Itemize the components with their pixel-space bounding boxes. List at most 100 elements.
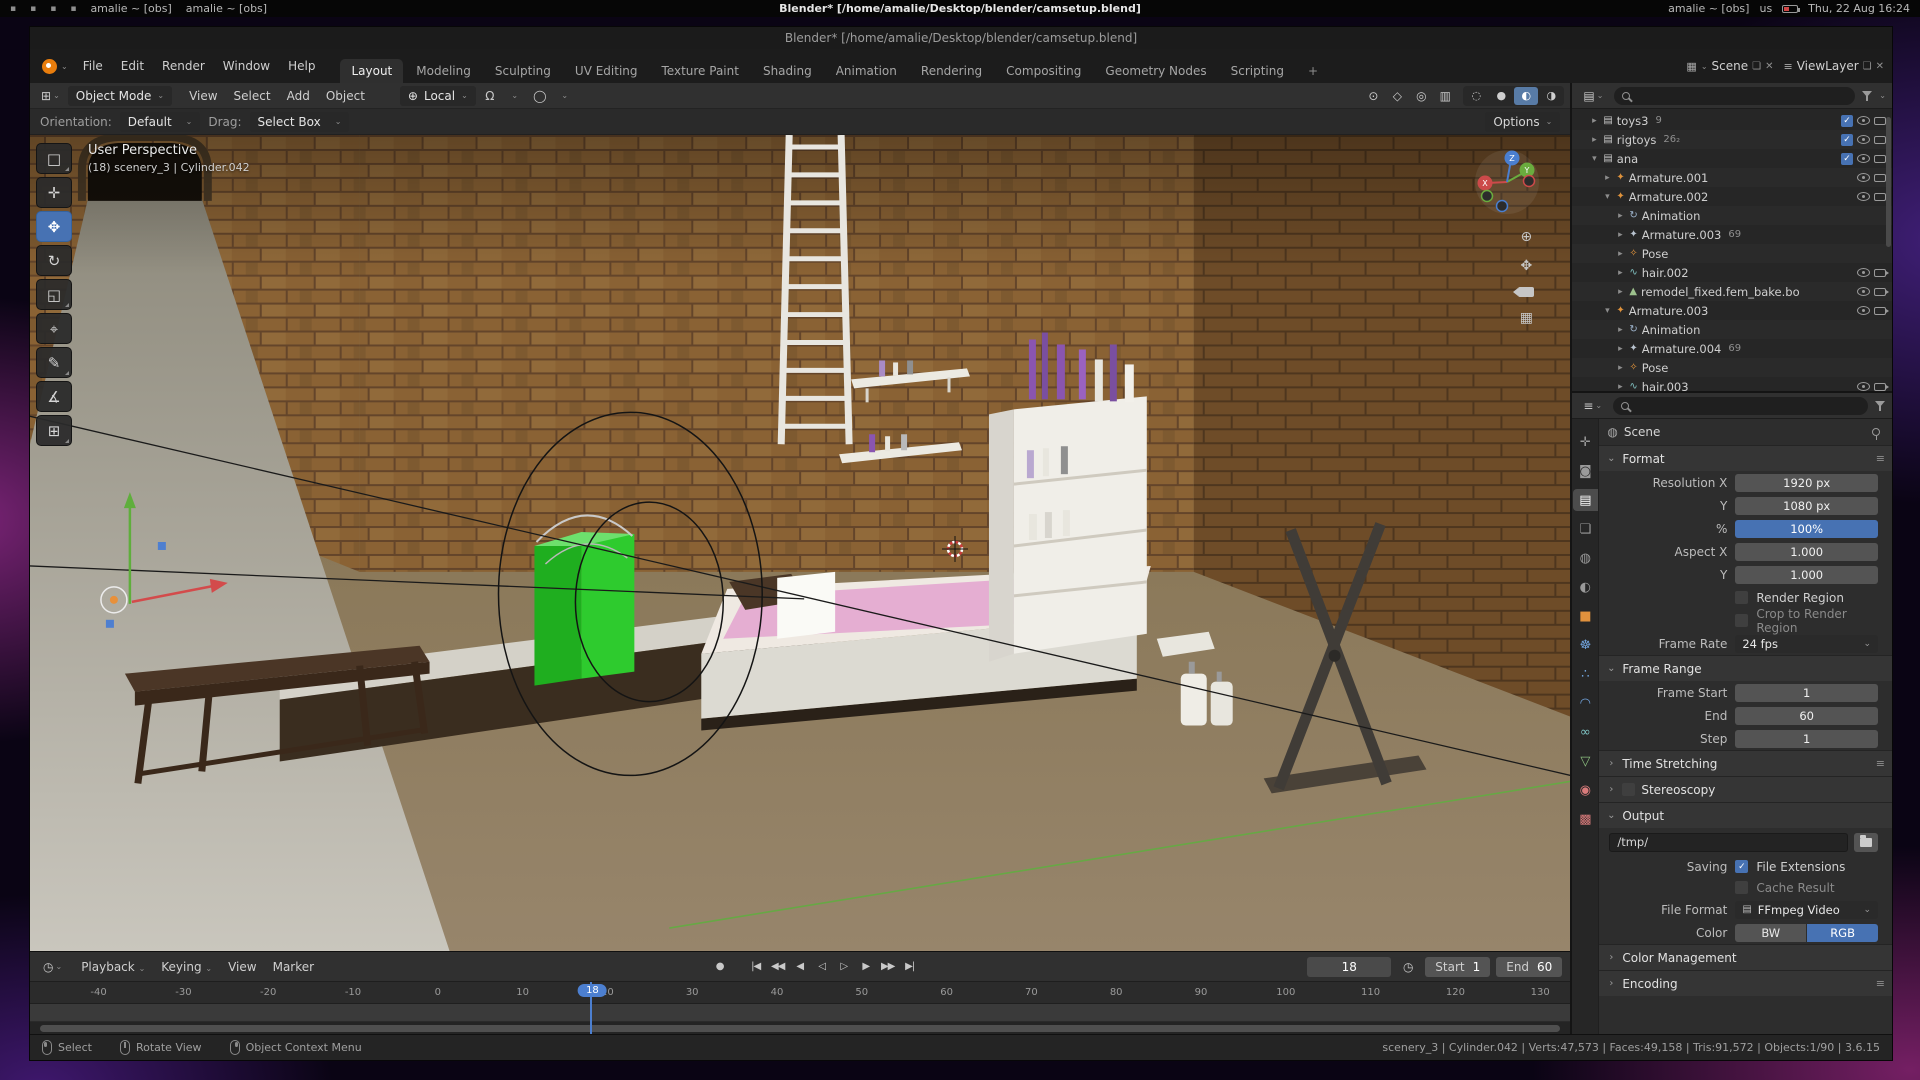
frame-end-field[interactable]: End60 xyxy=(1496,957,1562,977)
frame-rate-dropdown[interactable]: 24 fps⌄ xyxy=(1735,635,1878,653)
scene-canvas[interactable] xyxy=(30,135,1570,951)
workspace-tab-sculpting[interactable]: Sculpting xyxy=(484,59,562,83)
workspace-tab-geometry-nodes[interactable]: Geometry Nodes xyxy=(1094,59,1217,83)
workspace-tab-modeling[interactable]: Modeling xyxy=(405,59,482,83)
outliner-row[interactable]: ▾✦Armature.002 xyxy=(1572,187,1892,206)
disclosure-right-icon[interactable]: ▸ xyxy=(1615,344,1625,354)
workspace-tab-layout[interactable]: Layout xyxy=(340,59,403,83)
panel-menu-icon[interactable]: ≡ xyxy=(1876,757,1885,770)
outliner-row[interactable]: ▸▲remodel_fixed.fem_bake.bo xyxy=(1572,282,1892,301)
render-visibility-camera-icon[interactable] xyxy=(1874,117,1886,125)
outliner-row[interactable]: ▸✦Armature.001 xyxy=(1572,168,1892,187)
panel-encoding-header[interactable]: › Encoding ≡ xyxy=(1599,971,1892,996)
close-icon[interactable]: ✕ xyxy=(1765,61,1773,72)
outliner-row[interactable]: ▾▤ana✓ xyxy=(1572,149,1892,168)
timeline-editor-type-button[interactable]: ◷⌄ xyxy=(38,958,67,976)
disclosure-right-icon[interactable]: ▸ xyxy=(1615,211,1625,221)
visibility-eye-icon[interactable] xyxy=(1857,268,1870,277)
cursor-tool-button[interactable]: ✛ xyxy=(36,177,72,208)
aspect-x-field[interactable]: 1.000 xyxy=(1735,543,1878,561)
outliner-row[interactable]: ▸✦Armature.00369 xyxy=(1572,225,1892,244)
navigation-gizmo[interactable]: X Y Z xyxy=(1474,149,1540,215)
move-tool-button[interactable]: ✥ xyxy=(36,211,72,242)
menu-window[interactable]: Window xyxy=(214,56,279,76)
disclosure-right-icon[interactable]: ▸ xyxy=(1589,116,1599,126)
properties-tab-constraints[interactable]: ∞ xyxy=(1573,721,1598,743)
view-layer-selector[interactable]: ≡ ViewLayer ❏ ✕ xyxy=(1783,59,1884,73)
scale-tool-button[interactable]: ◱ xyxy=(36,279,72,310)
render-visibility-camera-icon[interactable] xyxy=(1874,307,1886,315)
play-reverse-button[interactable]: ◁ xyxy=(812,957,832,977)
open-folder-button[interactable] xyxy=(1854,833,1878,852)
properties-search-input[interactable] xyxy=(1613,397,1868,415)
outliner-search-input[interactable] xyxy=(1614,87,1855,105)
properties-tab-physics[interactable]: ◠ xyxy=(1573,692,1598,714)
gizmo-axis-x-neg[interactable] xyxy=(1524,176,1535,187)
filter-icon[interactable] xyxy=(1861,91,1873,101)
toggle-xray-icon[interactable]: ▥ xyxy=(1434,86,1456,106)
new-view-layer-icon[interactable]: ❏ xyxy=(1863,61,1872,72)
disclosure-right-icon[interactable]: ▸ xyxy=(1615,287,1625,297)
menu-render[interactable]: Render xyxy=(153,56,214,76)
resolution-x-field[interactable]: 1920 px xyxy=(1735,474,1878,492)
visibility-eye-icon[interactable] xyxy=(1857,306,1870,315)
workspace-tab-uv-editing[interactable]: UV Editing xyxy=(564,59,649,83)
collection-checkbox[interactable]: ✓ xyxy=(1841,115,1853,127)
orientation-setting-dropdown[interactable]: Default⌄ xyxy=(120,112,201,132)
menu-object[interactable]: Object xyxy=(318,87,373,105)
file-extensions-checkbox[interactable]: ✓ xyxy=(1735,860,1748,873)
properties-tab-view-layer[interactable]: ❏ xyxy=(1573,518,1598,540)
outliner-row[interactable]: ▸∿hair.003 xyxy=(1572,377,1892,391)
frame-step-field[interactable]: 1 xyxy=(1735,730,1878,748)
properties-tab-world[interactable]: ◐ xyxy=(1573,576,1598,598)
output-path-field[interactable]: /tmp/ xyxy=(1609,833,1848,852)
panel-output-header[interactable]: ⌄ Output xyxy=(1599,803,1892,828)
render-visibility-camera-icon[interactable] xyxy=(1874,269,1886,277)
visibility-eye-icon[interactable] xyxy=(1857,135,1870,144)
transform-tool-button[interactable]: ⌖ xyxy=(36,313,72,344)
render-visibility-camera-icon[interactable] xyxy=(1874,174,1886,182)
filter-icon[interactable] xyxy=(1874,401,1886,411)
menu-keying[interactable]: Keying ⌄ xyxy=(153,958,220,976)
visibility-eye-icon[interactable] xyxy=(1857,192,1870,201)
properties-tab-render[interactable]: ◙ xyxy=(1573,460,1598,482)
viewport-3d[interactable]: User Perspective (18) scenery_3 | Cylind… xyxy=(30,135,1570,951)
outliner-row[interactable]: ▸▤toys39✓ xyxy=(1572,111,1892,130)
select-box-tool-button[interactable]: □ xyxy=(36,143,72,174)
mode-dropdown[interactable]: Object Mode⌄ xyxy=(68,86,172,106)
add-cube-tool-button[interactable]: ⊞ xyxy=(36,415,72,446)
show-overlays-icon[interactable]: ◎ xyxy=(1410,86,1432,106)
menu-view[interactable]: View xyxy=(181,87,225,105)
prev-frame-button[interactable]: ◀ xyxy=(790,957,810,977)
disclosure-right-icon[interactable]: ▸ xyxy=(1615,230,1625,240)
visibility-eye-icon[interactable] xyxy=(1857,173,1870,182)
frame-end-field[interactable]: 60 xyxy=(1735,707,1878,725)
gizmo-axis-z-neg[interactable] xyxy=(1497,201,1508,212)
disclosure-right-icon[interactable]: ▸ xyxy=(1615,325,1625,335)
os-window-entry-1[interactable]: amalie ~ [obs] xyxy=(90,2,171,15)
jump-to-end-button[interactable]: ▶| xyxy=(900,957,920,977)
os-clock[interactable]: Thu, 22 Aug 16:24 xyxy=(1808,2,1910,15)
menu-marker[interactable]: Marker xyxy=(265,958,322,976)
disclosure-down-icon[interactable]: ▾ xyxy=(1589,154,1599,164)
menu-add[interactable]: Add xyxy=(279,87,318,105)
play-button[interactable]: ▷ xyxy=(834,957,854,977)
gizmo-axis-y-neg[interactable] xyxy=(1482,191,1493,202)
drag-setting-dropdown[interactable]: Select Box⌄ xyxy=(250,112,350,132)
rotate-tool-button[interactable]: ↻ xyxy=(36,245,72,276)
collection-checkbox[interactable]: ✓ xyxy=(1841,153,1853,165)
snap-magnet-icon[interactable]: Ω xyxy=(479,86,501,106)
outliner-row[interactable]: ▸↻Animation xyxy=(1572,320,1892,339)
menu-playback[interactable]: Playback ⌄ xyxy=(73,958,153,976)
menu-edit[interactable]: Edit xyxy=(112,56,153,76)
blender-logo-icon[interactable] xyxy=(42,59,57,74)
outliner-row[interactable]: ▸✦Armature.00469 xyxy=(1572,339,1892,358)
toggle-ortho-icon[interactable]: ▦ xyxy=(1520,310,1533,326)
timeline-scrollbar[interactable] xyxy=(40,1025,1560,1032)
camera-view-icon[interactable] xyxy=(1518,287,1534,297)
properties-editor-type-button[interactable]: ≡⌄ xyxy=(1578,397,1607,415)
shading-rendered-icon[interactable]: ◑ xyxy=(1539,87,1563,105)
tray-icon-1[interactable]: ▪ xyxy=(10,4,16,14)
stereoscopy-checkbox[interactable] xyxy=(1622,783,1635,796)
properties-tab-output[interactable]: ▤ xyxy=(1573,489,1598,511)
